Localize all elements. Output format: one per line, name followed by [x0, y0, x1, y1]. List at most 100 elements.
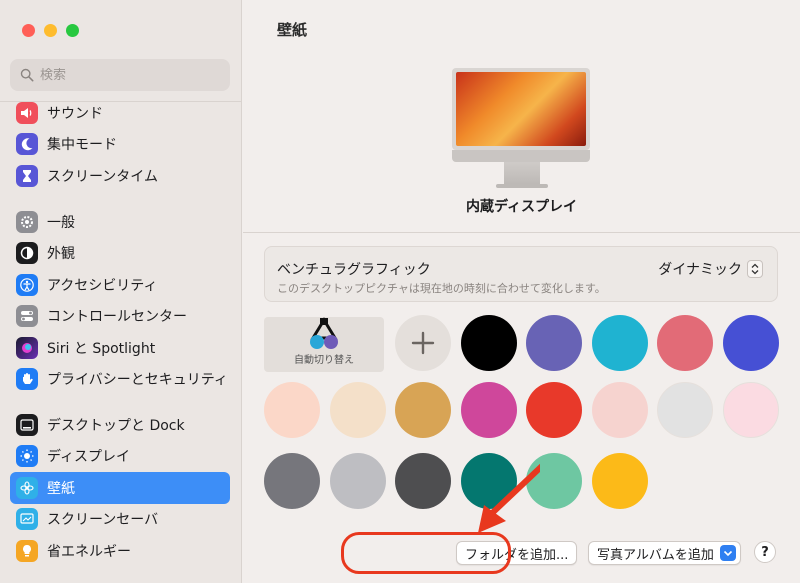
page-title: 壁紙 — [277, 21, 308, 39]
add-folder-label: フォルダを追加... — [465, 547, 569, 563]
wallpaper-thumbnail — [456, 72, 586, 146]
wallpaper-mode-value: ダイナミック — [658, 262, 742, 278]
toggles-icon — [16, 305, 38, 328]
sidebar-item-energy-saver[interactable]: 省エネルギー — [10, 535, 230, 567]
hand-icon — [16, 368, 38, 391]
chevron-updown-icon — [747, 260, 763, 278]
search-icon — [20, 68, 34, 82]
sidebar-item-siri-spotlight[interactable]: Siri と Spotlight — [10, 332, 230, 364]
dock-icon — [16, 413, 38, 436]
color-swatch[interactable] — [395, 382, 451, 438]
main-panel: 壁紙 内蔵ディスプレイ ベンチュラグラフィック このデスクトップピクチャは現在地… — [243, 0, 800, 583]
screensaver-icon — [16, 508, 38, 531]
search-input[interactable] — [40, 67, 220, 83]
sidebar-item-wallpaper[interactable]: 壁紙 — [10, 472, 230, 504]
sidebar-group-2: 一般 外観 アクセシビリティ コントロールセンター Siri と Spotlig… — [10, 206, 230, 395]
sidebar-item-privacy-security[interactable]: プライバシーとセキュリティ — [10, 364, 230, 396]
imac-chin — [452, 150, 590, 162]
wallpaper-mode-popup[interactable]: ダイナミック — [658, 259, 763, 279]
imac-stand — [504, 162, 540, 184]
color-swatch[interactable] — [592, 453, 648, 509]
color-swatch[interactable] — [330, 453, 386, 509]
auto-rotate-icon — [310, 317, 338, 349]
color-swatch[interactable] — [657, 382, 713, 438]
sidebar-item-label: 集中モード — [47, 137, 117, 154]
color-swatch[interactable] — [461, 382, 517, 438]
sidebar-item-displays[interactable]: ディスプレイ — [10, 441, 230, 473]
color-swatch[interactable] — [723, 315, 779, 371]
sidebar-group-1: サウンド 集中モード スクリーンタイム — [10, 97, 230, 192]
add-album-label: 写真アルバムを追加 — [597, 547, 714, 563]
wallpaper-description: このデスクトップピクチャは現在地の時刻に合わせて変化します。 — [277, 282, 606, 295]
add-folder-button[interactable]: フォルダを追加... — [456, 541, 578, 565]
help-button[interactable]: ? — [754, 541, 776, 563]
sidebar-item-label: ディスプレイ — [47, 449, 131, 466]
sidebar-item-control-center[interactable]: コントロールセンター — [10, 301, 230, 333]
bulb-icon — [16, 539, 38, 562]
wallpaper-name: ベンチュラグラフィック — [277, 262, 431, 278]
close-button[interactable] — [22, 24, 35, 37]
color-swatch[interactable] — [395, 453, 451, 509]
color-swatch[interactable] — [657, 315, 713, 371]
sidebar-item-label: 一般 — [47, 214, 75, 231]
sidebar: サウンド 集中モード スクリーンタイム 一般 — [0, 0, 242, 583]
speaker-icon — [16, 101, 38, 124]
sidebar-item-label: Siri と Spotlight — [47, 340, 156, 357]
sidebar-item-focus[interactable]: 集中モード — [10, 129, 230, 161]
bottom-bar: フォルダを追加... 写真アルバムを追加 ? — [243, 539, 800, 569]
current-wallpaper-card: ベンチュラグラフィック このデスクトップピクチャは現在地の時刻に合わせて変化しま… — [264, 246, 778, 302]
sidebar-item-label: デスクトップと Dock — [47, 417, 185, 434]
sun-icon — [16, 445, 38, 468]
color-swatch[interactable] — [526, 315, 582, 371]
zoom-button[interactable] — [66, 24, 79, 37]
sidebar-item-label: 外観 — [47, 246, 75, 263]
imac-screen — [452, 68, 590, 150]
hourglass-icon — [16, 164, 38, 187]
sidebar-item-appearance[interactable]: 外観 — [10, 238, 230, 270]
sidebar-item-label: コントロールセンター — [47, 309, 187, 326]
sidebar-item-label: 省エネルギー — [47, 543, 131, 560]
add-photo-album-button[interactable]: 写真アルバムを追加 — [588, 541, 741, 565]
color-swatch[interactable] — [526, 453, 582, 509]
sidebar-item-label: スクリーンセーバ — [47, 512, 159, 529]
sidebar-item-screen-saver[interactable]: スクリーンセーバ — [10, 504, 230, 536]
flower-icon — [16, 476, 38, 499]
wallpaper-preview — [452, 68, 592, 188]
sidebar-item-label: 壁紙 — [47, 480, 75, 497]
imac-foot — [496, 184, 548, 188]
sidebar-item-label: プライバシーとセキュリティ — [47, 372, 228, 389]
sidebar-item-desktop-dock[interactable]: デスクトップと Dock — [10, 409, 230, 441]
search-field[interactable] — [10, 59, 230, 91]
gear-icon — [16, 210, 38, 233]
sidebar-item-general[interactable]: 一般 — [10, 206, 230, 238]
color-swatch[interactable] — [723, 382, 779, 438]
sidebar-item-label: サウンド — [47, 105, 103, 122]
plus-icon — [411, 331, 435, 355]
sidebar-item-label: アクセシビリティ — [47, 277, 158, 294]
color-swatch[interactable] — [461, 453, 517, 509]
color-swatch[interactable] — [264, 453, 320, 509]
sidebar-item-label: スクリーンタイム — [47, 168, 159, 185]
settings-window: サウンド 集中モード スクリーンタイム 一般 — [0, 0, 800, 583]
color-swatch[interactable] — [526, 382, 582, 438]
sidebar-item-accessibility[interactable]: アクセシビリティ — [10, 269, 230, 301]
color-swatch[interactable] — [592, 382, 648, 438]
appearance-icon — [16, 242, 38, 265]
window-controls — [22, 24, 79, 37]
siri-icon — [16, 336, 38, 359]
display-name: 内蔵ディスプレイ — [465, 199, 578, 215]
add-wallpaper-button[interactable] — [395, 315, 451, 371]
sidebar-item-sound[interactable]: サウンド — [10, 97, 230, 129]
auto-rotate-tile[interactable]: 自動切り替え — [264, 317, 384, 372]
sidebar-group-3: デスクトップと Dock ディスプレイ 壁紙 スクリーンセーバ 省エネルギー — [10, 409, 230, 567]
sidebar-item-screen-time[interactable]: スクリーンタイム — [10, 160, 230, 192]
color-swatch[interactable] — [592, 315, 648, 371]
accessibility-icon — [16, 273, 38, 296]
minimize-button[interactable] — [44, 24, 57, 37]
color-swatch[interactable] — [264, 382, 320, 438]
color-swatch[interactable] — [461, 315, 517, 371]
moon-icon — [16, 133, 38, 156]
wallpaper-grid: 自動切り替え — [243, 315, 800, 517]
chevron-down-icon — [719, 545, 736, 561]
color-swatch[interactable] — [330, 382, 386, 438]
